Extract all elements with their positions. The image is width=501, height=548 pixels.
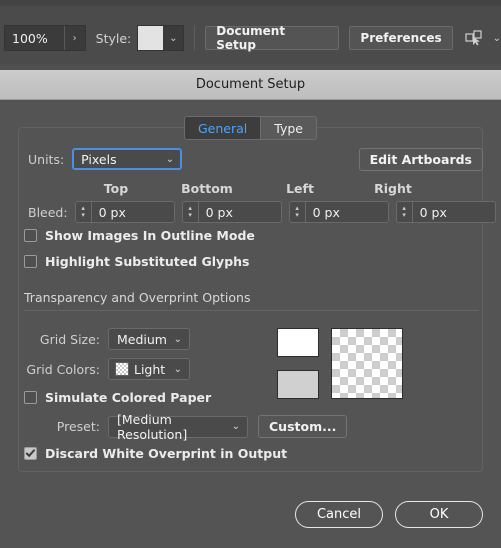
zoom-value[interactable]: 100% [5,31,64,46]
chevron-down-icon: ⌄ [231,421,240,432]
tab-group: General Type [184,116,317,140]
edit-artboards-row: Edit Artboards [358,148,483,171]
zoom-stepper-icon[interactable]: › [63,26,85,50]
units-label: Units: [28,151,65,167]
app-toolbar: 100% › Style: ⌄ Document Setup Preferenc… [0,0,501,64]
grid-colors-label: Grid Colors: [26,361,100,377]
discard-white-overprint-label: Discard White Overprint in Output [45,446,288,461]
style-label: Style: [95,30,132,46]
section-divider [24,310,479,311]
grid-colors-row: Grid Colors: Light ⌄ [18,358,190,380]
bleed-left-field[interactable]: ▴ ▾ 0 px [288,201,389,223]
bleed-bottom-stepper[interactable]: ▴ ▾ [181,201,198,223]
show-images-outline-checkbox-row[interactable]: Show Images In Outline Mode [24,228,255,243]
toolbar-divider [194,25,196,51]
simulate-colored-paper-checkbox[interactable] [24,391,37,404]
units-select[interactable]: Pixels ⌄ [72,148,183,170]
show-images-outline-checkbox[interactable] [24,229,37,242]
bleed-top-stepper[interactable]: ▴ ▾ [74,201,91,223]
stepper-down-icon[interactable]: ▾ [402,212,406,219]
grid-size-row: Grid Size: Medium ⌄ [28,328,190,350]
tab-type[interactable]: Type [261,117,316,139]
highlight-substituted-glyphs-label: Highlight Substituted Glyphs [45,254,250,269]
stepper-down-icon[interactable]: ▾ [295,212,299,219]
select-similar-objects-icon[interactable] [465,29,485,47]
dialog-titlebar[interactable]: Document Setup [0,70,501,100]
bleed-bottom-header: Bottom [181,181,233,196]
dialog-title: Document Setup [195,77,306,92]
document-setup-dialog: Document Setup General Type Units: Pixel… [0,70,501,548]
document-setup-button[interactable]: Document Setup [205,24,340,52]
tabs-container: General Type [0,116,501,140]
custom-button[interactable]: Custom... [258,415,348,438]
bleed-right-stepper[interactable]: ▴ ▾ [395,201,412,223]
chevron-down-icon[interactable]: ⌄ [163,26,183,50]
style-swatch[interactable] [138,26,164,50]
bleed-right-input[interactable]: 0 px [411,201,496,223]
edit-artboards-button[interactable]: Edit Artboards [358,148,483,171]
ok-button[interactable]: OK [395,501,483,528]
bleed-right-field[interactable]: ▴ ▾ 0 px [395,201,496,223]
tab-general[interactable]: General [185,117,262,139]
discard-white-overprint-checkbox[interactable] [24,447,37,460]
bleed-top-header: Top [103,181,129,196]
units-row: Units: Pixels ⌄ [28,148,183,170]
bleed-left-input[interactable]: 0 px [304,201,389,223]
preset-row: Preset: [Medium Resolution] ⌄ Custom... [18,412,348,442]
bleed-bottom-field[interactable]: ▴ ▾ 0 px [181,201,282,223]
highlight-substituted-glyphs-checkbox-row[interactable]: Highlight Substituted Glyphs [24,254,250,269]
chevron-down-icon[interactable]: ⌄ [493,33,501,44]
zoom-field[interactable]: 100% › [4,25,86,51]
grid-color-swatch-top[interactable] [277,328,319,357]
preset-select[interactable]: [Medium Resolution] ⌄ [108,412,248,442]
grid-color-swatch-bottom[interactable] [277,370,319,399]
bleed-top-input[interactable]: 0 px [90,201,175,223]
grid-size-label: Grid Size: [39,331,100,347]
cancel-button[interactable]: Cancel [295,501,383,528]
dialog-footer: Cancel OK [295,501,483,528]
toolbar-row: 100% › Style: ⌄ Document Setup Preferenc… [0,18,501,58]
bleed-left-stepper[interactable]: ▴ ▾ [288,201,305,223]
chevron-down-icon: ⌄ [165,153,175,165]
simulate-colored-paper-label: Simulate Colored Paper [45,390,212,405]
align-tools-group: ⌄ [465,29,501,47]
preferences-button[interactable]: Preferences [349,26,453,50]
grid-colors-value: Light [134,361,166,377]
preset-label: Preset: [56,419,100,434]
grid-colors-select[interactable]: Light ⌄ [108,358,190,380]
bleed-right-header: Right [374,181,412,196]
simulate-colored-paper-row[interactable]: Simulate Colored Paper [24,390,211,405]
transparency-section-title: Transparency and Overprint Options [24,290,251,305]
highlight-substituted-glyphs-checkbox[interactable] [24,255,37,268]
bleed-bottom-input[interactable]: 0 px [197,201,282,223]
discard-white-overprint-row[interactable]: Discard White Overprint in Output [24,446,287,461]
bleed-top-field[interactable]: ▴ ▾ 0 px [74,201,175,223]
stepper-down-icon[interactable]: ▾ [81,212,85,219]
preset-value: [Medium Resolution] [117,411,188,442]
units-value: Pixels [81,151,117,167]
checkerboard-swatch-icon [115,362,129,376]
show-images-outline-label: Show Images In Outline Mode [45,228,255,243]
bleed-label: Bleed: [28,204,68,220]
bleed-left-header: Left [286,181,314,196]
style-swatch-dropdown[interactable]: ⌄ [137,25,185,51]
chevron-down-icon: ⌄ [173,333,182,345]
stepper-down-icon[interactable]: ▾ [188,212,192,219]
transparency-grid-preview [331,328,403,399]
grid-size-select[interactable]: Medium ⌄ [108,328,190,350]
chevron-down-icon: ⌄ [173,363,182,375]
bleed-row: Bleed: ▴ ▾ 0 px ▴ ▾ 0 px ▴ ▾ 0 px ▴ ▾ 0 … [28,199,501,225]
